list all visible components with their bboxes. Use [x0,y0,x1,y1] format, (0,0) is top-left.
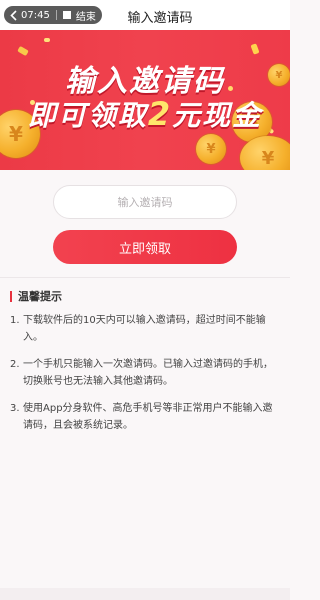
coin-icon: ¥ [240,136,290,170]
tip-number: 1. [10,315,20,326]
heading-accent-bar [10,290,12,302]
tip-text: 使用App分身软件、高危手机号等非正常用户不能输入邀请码，且会被系统记录。 [23,403,273,431]
confetti-decoration [17,45,29,57]
tip-item: 2. 一个手机只能输入一次邀请码。已输入过邀请码的手机，切换账号也无法输入其他邀… [10,356,276,390]
tips-list: 1. 下载软件后的10天内可以输入邀请码，超过时间不能输入。 2. 一个手机只能… [10,312,276,444]
confetti-decoration [250,43,260,55]
tip-item: 1. 下载软件后的10天内可以输入邀请码，超过时间不能输入。 [10,312,276,346]
top-bar: 07:45 结束 输入邀请码 [0,0,290,30]
tips-heading: 温馨提示 [10,288,62,304]
tips-heading-text: 温馨提示 [18,290,62,303]
banner-subheadline: 即可领取2元现金 [0,94,290,134]
coin-icon: ¥ [196,134,226,164]
banner-line2-suffix: 元现金 [172,99,263,132]
page-title: 输入邀请码 [127,11,193,26]
confetti-decoration [44,38,50,42]
tip-number: 2. [10,359,20,370]
banner-line2-prefix: 即可领取 [27,99,148,132]
section-divider [0,277,290,278]
tip-text: 下载软件后的10天内可以输入邀请码，超过时间不能输入。 [23,315,266,343]
claim-button[interactable]: 立即领取 [53,230,237,264]
tip-text: 一个手机只能输入一次邀请码。已输入过邀请码的手机，切换账号也无法输入其他邀请码。 [23,359,273,387]
tip-item: 3. 使用App分身软件、高危手机号等非正常用户不能输入邀请码，且会被系统记录。 [10,400,276,434]
bottom-strip [0,588,290,600]
tip-number: 3. [10,403,20,414]
promo-banner: ¥ ¥ ¥ ¥ ¥ 输入邀请码 即可领取2元现金 [0,30,290,170]
invite-code-input[interactable] [53,185,237,219]
banner-amount: 2 [147,95,173,133]
